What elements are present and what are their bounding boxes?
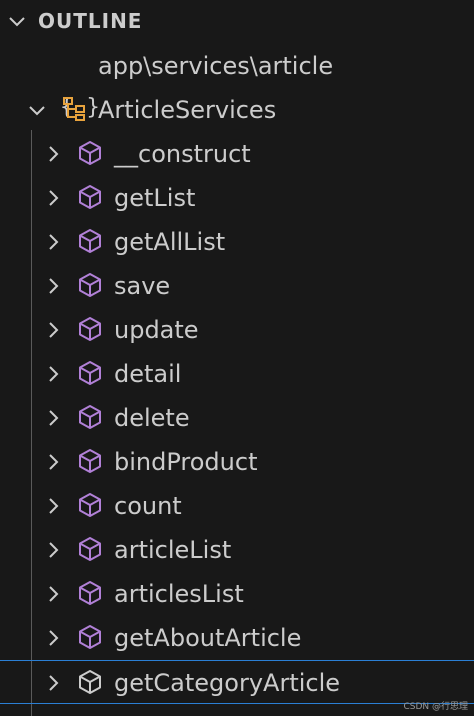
method-cube-icon <box>79 229 101 253</box>
method-cube-icon <box>79 317 101 341</box>
outline-item-method[interactable]: count <box>0 484 474 528</box>
method-cube-icon <box>79 405 101 429</box>
method-cube-icon <box>79 581 101 605</box>
namespace-row[interactable]: { } app\services\article <box>0 44 474 120</box>
chevron-right-icon[interactable] <box>44 409 62 427</box>
outline-title: OUTLINE <box>38 9 143 33</box>
method-label: update <box>114 316 199 344</box>
chevron-right-icon[interactable] <box>44 497 62 515</box>
outline-item-method[interactable]: articlesList <box>0 572 474 616</box>
method-cube-icon <box>79 361 101 385</box>
method-label: bindProduct <box>114 448 258 476</box>
method-label: articleList <box>114 536 232 564</box>
chevron-right-icon[interactable] <box>44 674 62 692</box>
outline-item-method[interactable]: delete <box>0 396 474 440</box>
outline-header[interactable]: OUTLINE <box>0 0 474 44</box>
outline-item-method[interactable]: __construct <box>0 132 474 176</box>
method-label: articlesList <box>114 580 244 608</box>
class-row-articleservices[interactable]: ArticleServices <box>0 88 474 132</box>
outline-item-method[interactable]: detail <box>0 352 474 396</box>
method-label: getList <box>114 184 196 212</box>
chevron-right-icon[interactable] <box>44 321 62 339</box>
chevron-right-icon[interactable] <box>44 277 62 295</box>
chevron-right-icon[interactable] <box>44 541 62 559</box>
outline-item-method[interactable]: update <box>0 308 474 352</box>
outline-item-method[interactable]: save <box>0 264 474 308</box>
outline-item-method[interactable]: articleList <box>0 528 474 572</box>
outline-item-method[interactable]: getList <box>0 176 474 220</box>
chevron-right-icon[interactable] <box>44 145 62 163</box>
chevron-right-icon[interactable] <box>44 453 62 471</box>
method-cube-icon <box>79 493 101 517</box>
method-cube-icon <box>79 185 101 209</box>
method-label: delete <box>114 404 190 432</box>
method-cube-icon <box>79 273 101 297</box>
class-label: ArticleServices <box>98 96 277 124</box>
method-cube-icon <box>79 141 101 165</box>
method-label: getAboutArticle <box>114 624 302 652</box>
chevron-right-icon[interactable] <box>44 233 62 251</box>
chevron-right-icon[interactable] <box>44 365 62 383</box>
method-label: count <box>114 492 182 520</box>
chevron-right-icon[interactable] <box>44 585 62 603</box>
chevron-right-icon[interactable] <box>44 189 62 207</box>
method-label: detail <box>114 360 182 388</box>
chevron-down-icon[interactable] <box>28 101 46 119</box>
outline-item-method[interactable]: getAllList <box>0 220 474 264</box>
outline-item-method[interactable]: getAboutArticle <box>0 616 474 660</box>
outline-panel: OUTLINE { } app\services\article Article… <box>0 0 474 716</box>
chevron-down-icon[interactable] <box>6 10 28 32</box>
outline-item-method[interactable]: bindProduct <box>0 440 474 484</box>
chevron-right-icon[interactable] <box>44 629 62 647</box>
class-icon <box>63 97 85 121</box>
method-label: getCategoryArticle <box>114 669 341 697</box>
namespace-label: app\services\article <box>98 52 334 80</box>
method-label: __construct <box>114 140 251 168</box>
method-cube-icon <box>79 537 101 561</box>
method-cube-icon <box>79 625 101 649</box>
method-cube-icon <box>79 449 101 473</box>
method-label: save <box>114 272 171 300</box>
watermark: CSDN @行思理 <box>403 702 468 712</box>
outline-item-method[interactable]: getCategoryArticle <box>0 660 474 704</box>
method-label: getAllList <box>114 228 226 256</box>
method-cube-icon <box>79 670 101 694</box>
